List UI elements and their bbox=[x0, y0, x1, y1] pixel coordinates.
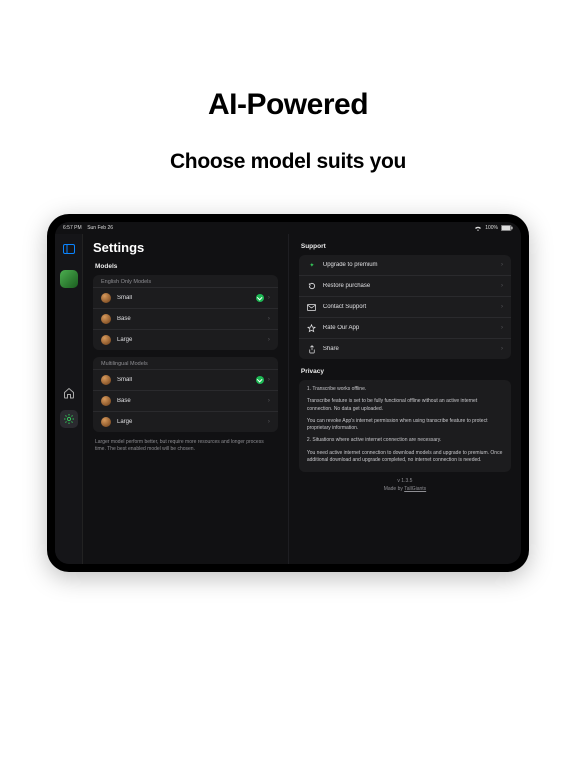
chevron-right-icon: › bbox=[501, 283, 503, 289]
chevron-right-icon: › bbox=[268, 377, 270, 383]
model-label: Large bbox=[117, 419, 264, 425]
model-icon bbox=[101, 417, 111, 427]
support-label: Share bbox=[323, 346, 497, 352]
chevron-right-icon: › bbox=[268, 337, 270, 343]
privacy-line-3: You can revoke App's internet permission… bbox=[307, 418, 503, 433]
model-row-en-small[interactable]: Small › bbox=[93, 287, 278, 308]
privacy-line-5: You need active internet connection to d… bbox=[307, 450, 503, 465]
models-section-label: Models bbox=[95, 263, 278, 270]
downloaded-icon bbox=[256, 294, 264, 302]
model-icon bbox=[101, 293, 111, 303]
privacy-line-2: Transcribe feature is set to be fully fu… bbox=[307, 398, 503, 413]
support-row-contact[interactable]: Contact Support › bbox=[299, 296, 511, 317]
sparkle-icon: ✦ bbox=[307, 260, 317, 270]
support-section-label: Support bbox=[301, 243, 511, 250]
support-row-rate[interactable]: Rate Our App › bbox=[299, 317, 511, 338]
model-row-ml-large[interactable]: Large › bbox=[93, 411, 278, 432]
model-icon bbox=[101, 314, 111, 324]
privacy-section-label: Privacy bbox=[301, 368, 511, 375]
model-label: Base bbox=[117, 398, 264, 404]
model-icon bbox=[101, 375, 111, 385]
mail-icon bbox=[307, 302, 317, 312]
chevron-right-icon: › bbox=[268, 419, 270, 425]
english-models-group-label: English Only Models bbox=[93, 275, 278, 287]
made-by-prefix: Made by bbox=[384, 486, 404, 492]
support-label: Contact Support bbox=[323, 304, 497, 310]
multilingual-models-group-label: Multilingual Models bbox=[93, 357, 278, 369]
model-row-ml-base[interactable]: Base › bbox=[93, 390, 278, 411]
share-icon bbox=[307, 344, 317, 354]
settings-left-column: Settings Models English Only Models Smal… bbox=[83, 234, 289, 564]
chevron-right-icon: › bbox=[501, 262, 503, 268]
app-footer: v 1.3.5 Made by TallGiants bbox=[299, 478, 511, 493]
support-card: ✦ Upgrade to premium › Restore purchase … bbox=[299, 255, 511, 359]
chevron-right-icon: › bbox=[268, 295, 270, 301]
status-time: 6:57 PM bbox=[63, 225, 82, 231]
chevron-right-icon: › bbox=[501, 325, 503, 331]
page-title: Settings bbox=[93, 240, 278, 255]
app-version: v 1.3.5 bbox=[299, 478, 511, 486]
chevron-right-icon: › bbox=[268, 398, 270, 404]
battery-icon bbox=[501, 225, 513, 231]
app-screen: 6:57 PM Sun Feb 26 100% bbox=[55, 222, 521, 564]
wifi-icon bbox=[474, 225, 482, 231]
support-row-share[interactable]: Share › bbox=[299, 338, 511, 359]
models-footnote: Larger model perform better, but require… bbox=[93, 437, 278, 453]
model-icon bbox=[101, 335, 111, 345]
privacy-line-4: 2. Situations where active internet conn… bbox=[307, 437, 503, 444]
model-icon bbox=[101, 396, 111, 406]
multilingual-models-card: Multilingual Models Small › Base › bbox=[93, 357, 278, 432]
star-icon bbox=[307, 323, 317, 333]
sidebar-item-settings[interactable] bbox=[60, 410, 78, 428]
app-avatar-icon[interactable] bbox=[60, 270, 78, 288]
device-frame: 6:57 PM Sun Feb 26 100% bbox=[47, 214, 529, 572]
downloaded-icon bbox=[256, 376, 264, 384]
marketing-headline: AI-Powered bbox=[208, 88, 368, 122]
support-label: Restore purchase bbox=[323, 283, 497, 289]
chevron-right-icon: › bbox=[501, 304, 503, 310]
sidebar bbox=[55, 234, 83, 564]
settings-right-column: Support ✦ Upgrade to premium › Restore p… bbox=[289, 234, 521, 564]
model-row-en-base[interactable]: Base › bbox=[93, 308, 278, 329]
support-label: Rate Our App bbox=[323, 325, 497, 331]
sidebar-toggle-icon[interactable] bbox=[60, 240, 78, 258]
model-label: Large bbox=[117, 337, 264, 343]
restore-icon bbox=[307, 281, 317, 291]
privacy-card: 1. Transcribe works offline. Transcribe … bbox=[299, 380, 511, 472]
sidebar-item-home[interactable] bbox=[60, 384, 78, 402]
support-row-upgrade[interactable]: ✦ Upgrade to premium › bbox=[299, 255, 511, 275]
made-by-link[interactable]: TallGiants bbox=[404, 486, 426, 492]
model-label: Base bbox=[117, 316, 264, 322]
model-label: Small bbox=[117, 377, 252, 383]
marketing-subheadline: Choose model suits you bbox=[170, 150, 406, 174]
support-row-restore[interactable]: Restore purchase › bbox=[299, 275, 511, 296]
privacy-line-1: 1. Transcribe works offline. bbox=[307, 386, 503, 393]
model-row-ml-small[interactable]: Small › bbox=[93, 369, 278, 390]
chevron-right-icon: › bbox=[268, 316, 270, 322]
status-bar: 6:57 PM Sun Feb 26 100% bbox=[55, 222, 521, 234]
model-label: Small bbox=[117, 295, 252, 301]
status-battery: 100% bbox=[485, 225, 498, 231]
status-date: Sun Feb 26 bbox=[87, 225, 113, 231]
model-row-en-large[interactable]: Large › bbox=[93, 329, 278, 350]
chevron-right-icon: › bbox=[501, 346, 503, 352]
english-models-card: English Only Models Small › Base › bbox=[93, 275, 278, 350]
support-label: Upgrade to premium bbox=[323, 262, 497, 268]
